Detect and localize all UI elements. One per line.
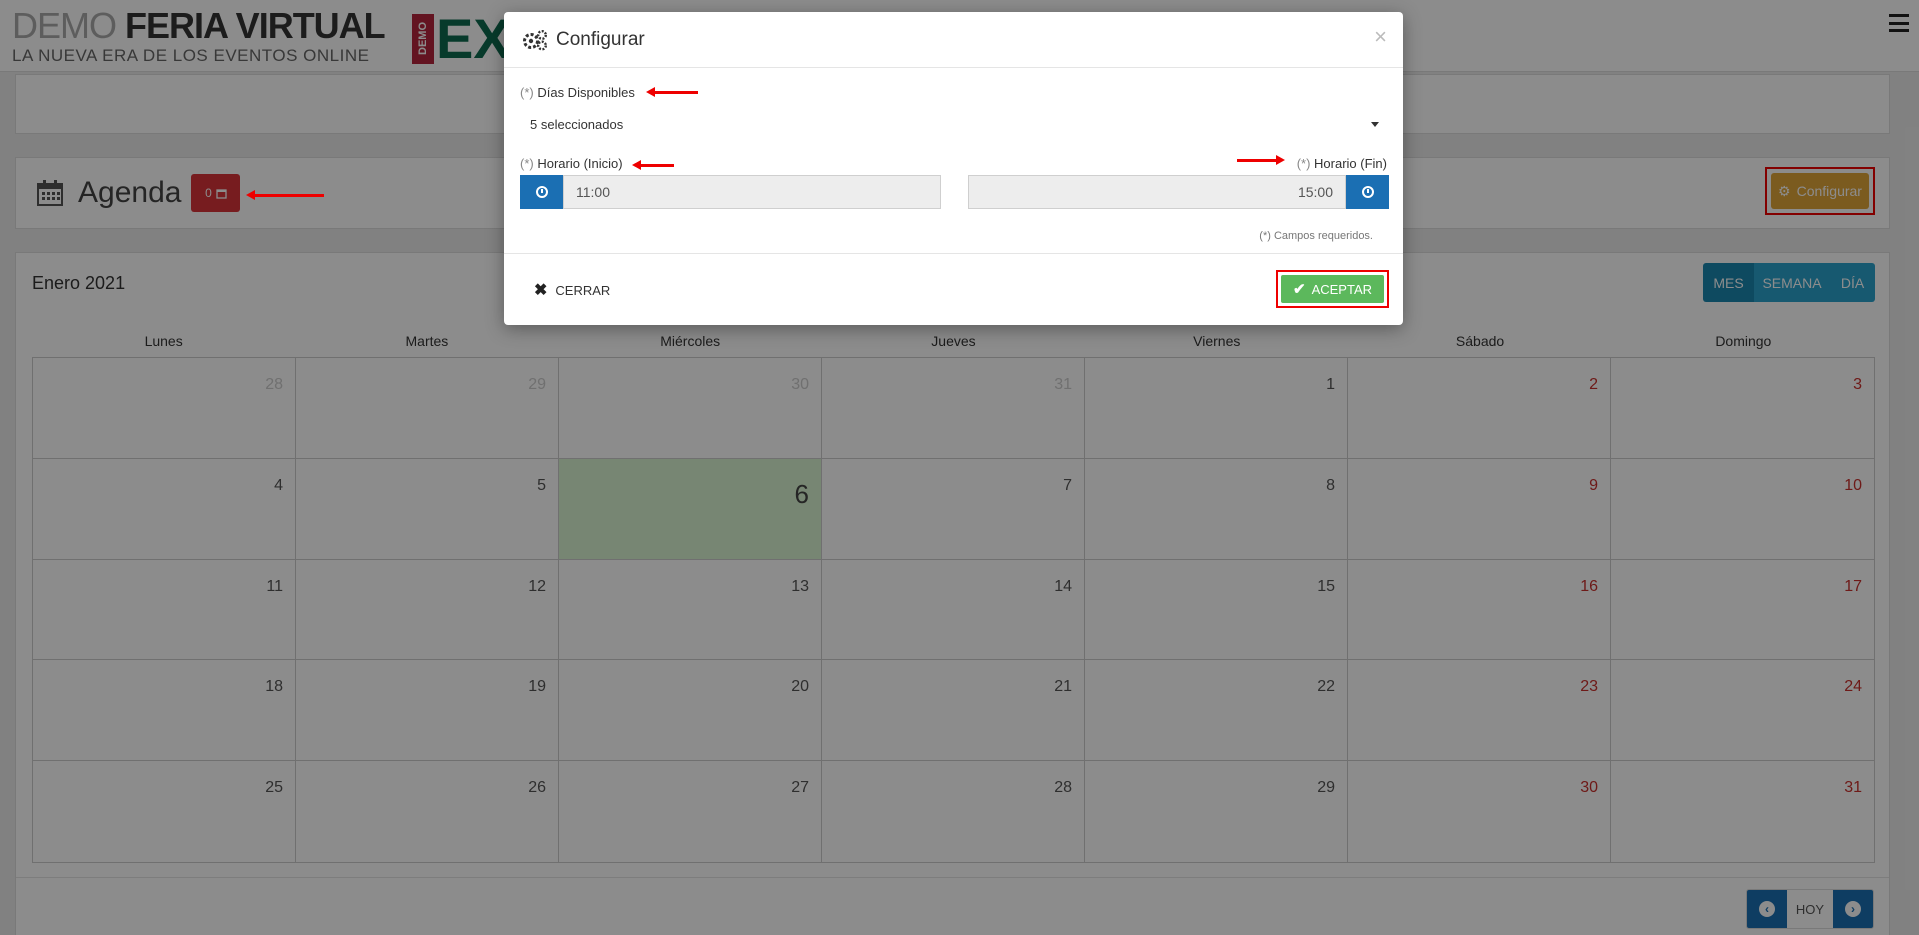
start-time-label-text: Horario (Inicio) (537, 156, 623, 171)
modal-footer: ✖ CERRAR ✔ ACEPTAR (504, 253, 1403, 325)
available-days-label: (*) Días Disponibles (520, 85, 635, 100)
annotation-arrow (632, 160, 674, 170)
gears-icon (523, 30, 548, 51)
start-time-input[interactable]: 11:00 (563, 175, 941, 209)
accept-button-label: ACEPTAR (1311, 281, 1372, 297)
start-time-picker-button[interactable] (520, 175, 563, 209)
annotation-arrow (246, 190, 324, 200)
start-time-label: (*) Horario (Inicio) (520, 156, 623, 171)
close-button[interactable]: ✖ CERRAR (534, 280, 610, 300)
available-days-value: 5 seleccionados (530, 116, 624, 132)
required-mark: (*) (520, 85, 534, 100)
available-days-select[interactable]: 5 seleccionados (520, 112, 1389, 136)
required-mark: (*) (520, 156, 534, 171)
chevron-down-icon (1371, 121, 1379, 127)
modal-title: Configurar (522, 29, 645, 51)
end-time-group: 15:00 (968, 175, 1389, 209)
accept-button-highlight: ✔ ACEPTAR (1276, 270, 1389, 308)
required-mark: (*) (1296, 156, 1311, 171)
close-icon[interactable]: × (1374, 24, 1387, 50)
available-days-label-text: Días Disponibles (537, 85, 635, 100)
end-time-picker-button[interactable] (1346, 175, 1389, 209)
close-button-label: CERRAR (555, 282, 611, 298)
clock-icon (1361, 186, 1374, 198)
end-time-label-text: Horario (Fin) (1314, 156, 1387, 171)
modal-header: Configurar × (504, 12, 1403, 68)
end-time-label: (*) Horario (Fin) (1297, 156, 1387, 171)
close-x-icon: ✖ (534, 282, 548, 299)
end-time-input[interactable]: 15:00 (968, 175, 1346, 209)
accept-button[interactable]: ✔ ACEPTAR (1281, 275, 1384, 303)
check-icon: ✔ (1292, 281, 1306, 298)
annotation-arrow (1237, 155, 1285, 165)
start-time-group: 11:00 (520, 175, 941, 209)
required-fields-note: (*) Campos requeridos. (1259, 230, 1373, 242)
clock-icon (535, 186, 548, 198)
annotation-arrow (646, 87, 698, 97)
modal-title-text: Configurar (556, 29, 645, 50)
